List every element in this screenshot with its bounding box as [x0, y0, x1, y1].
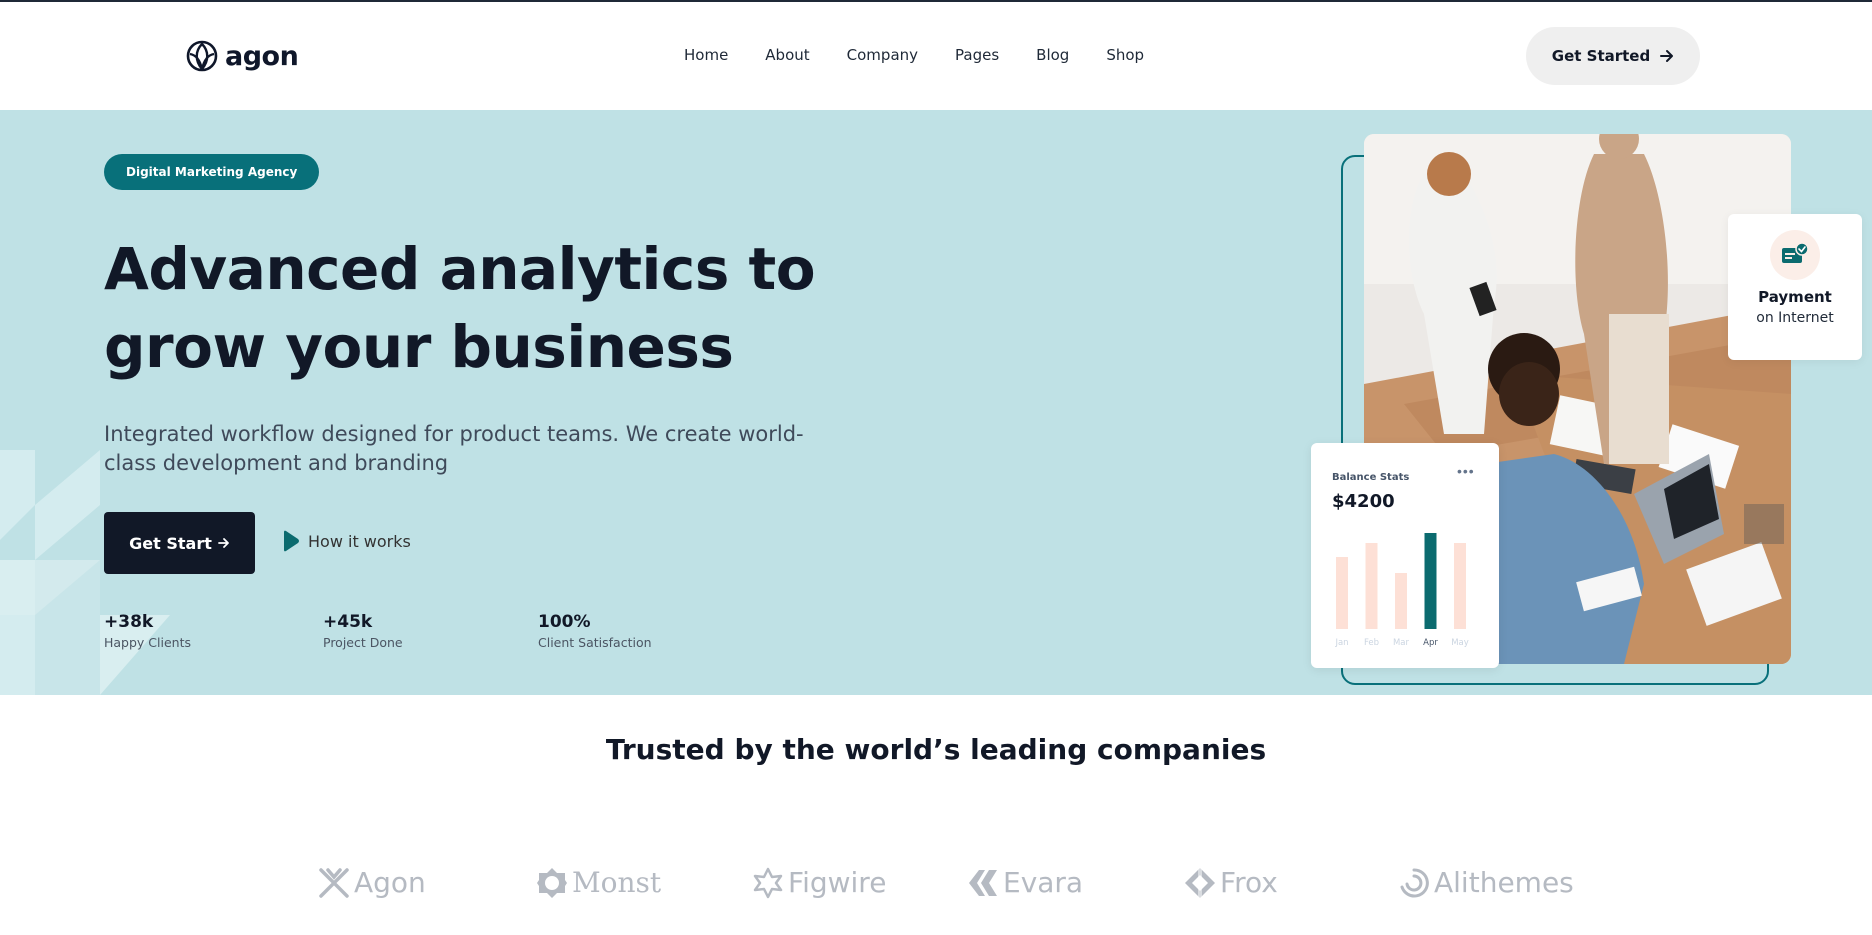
brand-monst: Monst [536, 866, 661, 899]
frox-brand-icon [1185, 867, 1215, 898]
bar-may [1454, 543, 1466, 629]
evara-brand-icon [969, 869, 997, 896]
how-it-works-link[interactable]: How it works [282, 530, 411, 552]
leaf-logo-icon [186, 40, 218, 72]
agon-brand-icon [319, 867, 349, 898]
card-check-icon [1782, 243, 1809, 263]
get-started-label: Get Started [1551, 47, 1651, 65]
brand-agon: Agon [318, 866, 426, 899]
bar-jan [1336, 557, 1348, 629]
arrow-right-icon [1660, 50, 1674, 62]
brand-logos-row: Agon Monst Figwire Evara Frox Alithemes [0, 866, 1872, 914]
hero-subtitle: Integrated workflow designed for product… [104, 420, 804, 478]
tick-label-may: May [1451, 638, 1469, 648]
trusted-heading: Trusted by the world’s leading companies [605, 733, 1267, 766]
tick-label-feb: Feb [1364, 638, 1379, 648]
brand-frox: Frox [1184, 866, 1278, 899]
monst-brand-icon [537, 867, 567, 898]
stat-value: +45k [323, 612, 373, 632]
more-options-icon[interactable]: ••• [1457, 463, 1475, 479]
balance-value: $4200 [1332, 491, 1395, 512]
stat-client-satisfaction: 100% Client Satisfaction [538, 612, 652, 650]
stat-label: Client Satisfaction [538, 635, 652, 650]
stat-happy-clients: +38k Happy Clients [104, 612, 191, 650]
brand-alithemes: Alithemes [1398, 866, 1574, 899]
headline-line-1: Advanced analytics to [104, 235, 816, 303]
balance-stats-card: Jan Feb Mar Apr May Balance Stats ••• $4200 [1311, 443, 1499, 668]
nav-about[interactable]: About [765, 46, 809, 64]
hero-headline: Advanced analytics to grow your business [104, 230, 864, 386]
payment-subtitle: on Internet [1756, 310, 1834, 326]
payment-icon-wrap [1770, 230, 1820, 280]
play-icon [284, 530, 299, 552]
logo[interactable]: agon [185, 39, 299, 73]
headline-line-2: grow your business [104, 313, 734, 381]
stat-label: Project Done [323, 635, 403, 650]
tick-label-mar: Mar [1393, 638, 1410, 648]
stat-label: Happy Clients [104, 635, 191, 650]
alithemes-brand-icon [1400, 867, 1429, 897]
get-start-label: Get Start [129, 533, 212, 553]
figwire-brand-icon [753, 867, 783, 898]
stat-value: 100% [538, 612, 591, 632]
brand-evara: Evara [967, 866, 1083, 899]
subtitle-line-2: class development and branding [104, 451, 449, 475]
nav-shop[interactable]: Shop [1106, 46, 1144, 64]
nav-home[interactable]: Home [684, 46, 728, 64]
brand-name: Evara [1003, 866, 1084, 899]
logo-text: agon [225, 40, 299, 72]
brand-name: Alithemes [1434, 866, 1574, 899]
tick-label-jan: Jan [1334, 638, 1348, 648]
stat-project-done: +45k Project Done [323, 612, 403, 650]
payment-title: Payment [1758, 288, 1832, 306]
bar-feb [1365, 543, 1378, 629]
bar-mar [1395, 573, 1407, 629]
main-nav: Home About Company Pages Blog Shop [684, 46, 1144, 64]
brand-name: Agon [354, 866, 426, 899]
balance-stats-title: Balance Stats [1332, 472, 1410, 483]
bar-apr [1424, 533, 1437, 629]
stat-value: +38k [104, 612, 154, 632]
subtitle-line-1: Integrated workflow designed for product… [104, 422, 804, 446]
category-badge: Digital Marketing Agency [104, 154, 320, 190]
arrow-right-icon [217, 538, 229, 548]
nav-pages[interactable]: Pages [955, 46, 999, 64]
brand-figwire: Figwire [752, 866, 886, 899]
hero-section: Digital Marketing Agency Advanced analyt… [0, 110, 1872, 695]
brand-name: Monst [572, 866, 662, 899]
how-it-works-label: How it works [308, 531, 411, 551]
get-start-button[interactable]: Get Start [104, 512, 255, 574]
get-started-button[interactable]: Get Started [1526, 27, 1700, 85]
payment-card: Payment on Internet [1728, 214, 1862, 360]
nav-company[interactable]: Company [847, 46, 918, 64]
brand-name: Frox [1220, 866, 1278, 899]
brand-name: Figwire [788, 866, 887, 899]
tick-label-apr: Apr [1423, 638, 1438, 648]
site-header: agon Home About Company Pages Blog Shop … [0, 2, 1872, 110]
nav-blog[interactable]: Blog [1036, 46, 1069, 64]
